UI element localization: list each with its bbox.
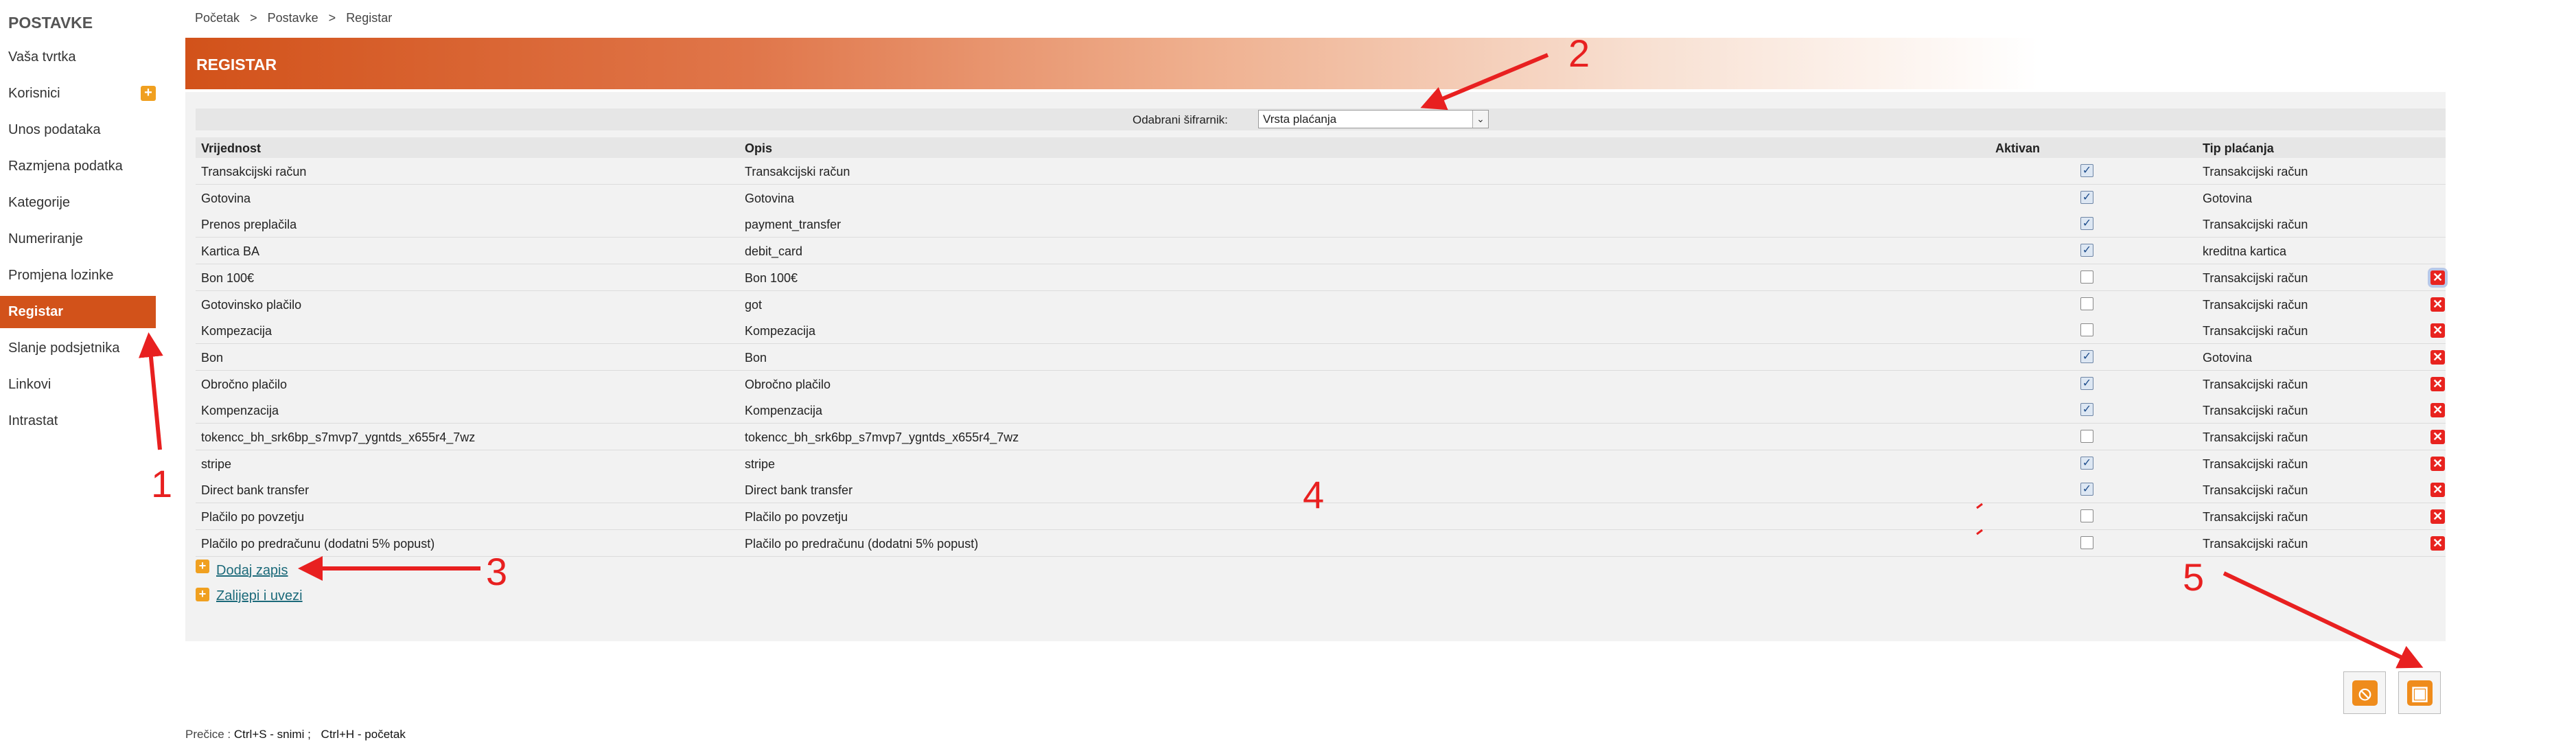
annotation-arrow-5 <box>2223 571 2424 669</box>
annotation-tick <box>1976 503 1983 535</box>
annotation-2: 2 <box>1568 32 1590 75</box>
annotation-arrows <box>138 53 2424 669</box>
annotation-arrow-1 <box>138 332 163 450</box>
annotation-arrow-2 <box>1420 53 1549 111</box>
annotation-5: 5 <box>2183 555 2205 599</box>
annotation-4: 4 <box>1303 473 1325 516</box>
annotation-1: 1 <box>151 462 173 505</box>
annotation-3: 3 <box>486 550 508 593</box>
